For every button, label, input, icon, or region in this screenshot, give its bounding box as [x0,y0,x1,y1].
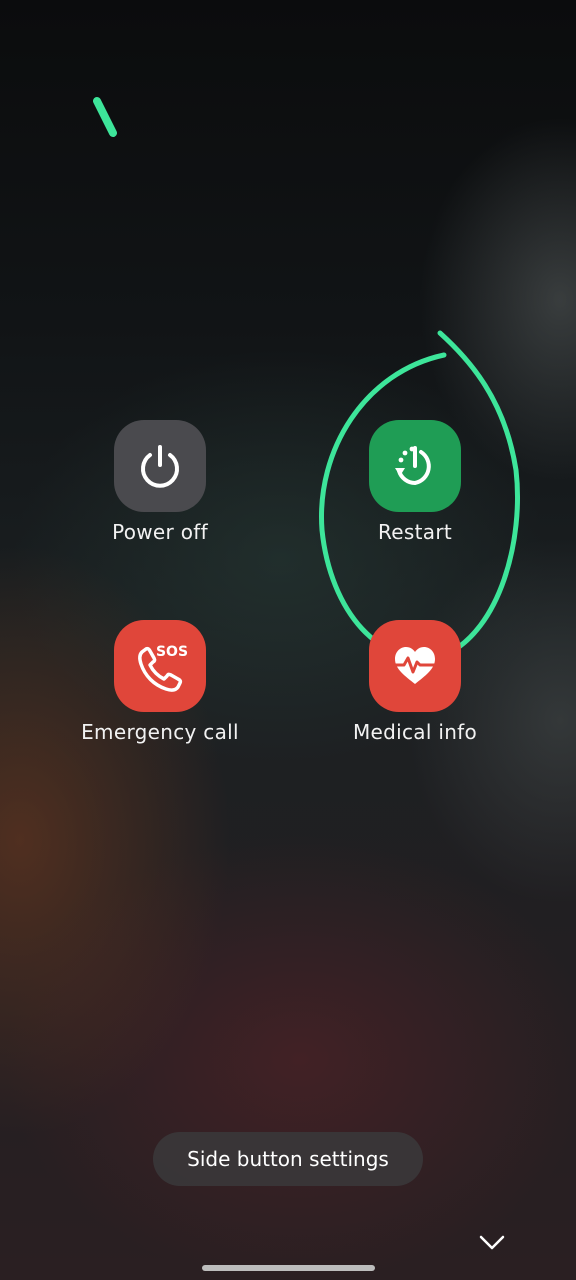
emergency-call-button[interactable]: SOS Emergency call [40,620,280,760]
chevron-down-icon[interactable] [478,1230,506,1254]
medical-info-label: Medical info [352,720,478,744]
sos-phone-icon: SOS [138,644,188,692]
sos-badge: SOS [156,644,188,660]
power-off-button[interactable]: Power off [40,420,280,560]
emergency-call-icon-box: SOS [114,620,206,712]
power-off-label: Power off [112,520,208,544]
home-indicator[interactable] [202,1265,375,1271]
restart-button[interactable]: Restart [295,420,535,560]
restart-icon-box [369,420,461,512]
side-button-settings-label: Side button settings [187,1147,389,1171]
emergency-call-label: Emergency call [81,720,239,744]
side-button-settings-button[interactable]: Side button settings [153,1132,423,1186]
power-icon [141,445,179,488]
restart-icon [395,446,431,486]
medical-info-button[interactable]: Medical info [295,620,535,760]
restart-label: Restart [378,520,452,544]
medical-info-icon-box [369,620,461,712]
power-off-icon-box [114,420,206,512]
heart-pulse-icon [391,647,439,684]
